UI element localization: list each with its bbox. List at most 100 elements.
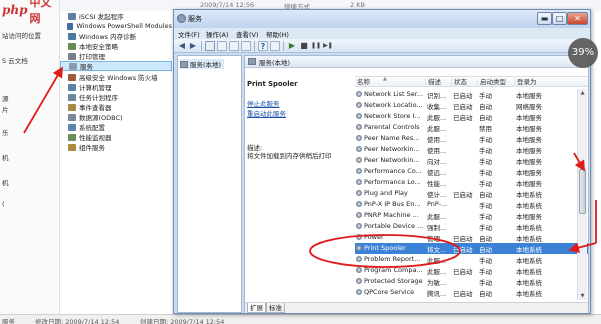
tool-item-powershell[interactable]: Windows PowerShell Modules xyxy=(60,21,172,31)
tool-item-firewall[interactable]: 高级安全 Windows 防火墙 xyxy=(60,72,172,82)
tree-node-services-local[interactable]: 服务(本地) xyxy=(180,59,225,69)
service-row[interactable]: Peer Name Res... 使用... 手动 本地服务 xyxy=(355,133,588,144)
menu-view[interactable]: 查看(V) xyxy=(236,29,259,39)
service-row[interactable]: Portable Device ... 强制... 手动 本地系统 xyxy=(355,221,588,232)
restart-service-icon[interactable]: ▶❚ xyxy=(323,41,333,51)
column-name-label: 名称 xyxy=(357,78,370,86)
service-row[interactable]: Power 管理... 已启动 自动 本地系统 xyxy=(355,232,588,243)
help-icon[interactable]: ? xyxy=(258,41,268,51)
nav-item-computer[interactable]: 机 xyxy=(2,152,9,162)
stop-service-link[interactable]: 停止此服务 xyxy=(247,98,280,108)
menu-help[interactable]: 帮助(H) xyxy=(266,29,289,39)
service-desc: 使用... xyxy=(427,136,447,144)
nav-item-library-2[interactable]: 片 xyxy=(2,104,9,114)
nav-item-library-1[interactable]: 源 xyxy=(2,93,9,103)
service-logon-as: 本地系统 xyxy=(516,202,542,210)
service-row[interactable]: Network Locatio... 收集... 已启动 自动 网络服务 xyxy=(355,100,588,111)
tool-item-component-services[interactable]: 组件服务 xyxy=(60,142,172,152)
service-row[interactable]: Protected Storage 为敏... 手动 本地系统 xyxy=(355,276,588,287)
service-row[interactable]: Problem Report... 此服... 手动 本地系统 xyxy=(355,254,588,265)
tool-label: 系统配置 xyxy=(79,124,105,132)
service-name: PNRP Machine ... xyxy=(364,211,419,219)
service-name: Program Compa... xyxy=(364,266,423,274)
service-row[interactable]: QPCore Service 腾讯... 已启动 自动 本地系统 xyxy=(355,287,588,298)
php-cn-logo: php 中文网 xyxy=(2,0,59,25)
title-bar[interactable]: 服务 ▬ □ ✕ xyxy=(174,10,590,28)
service-gear-icon xyxy=(356,223,362,229)
service-row[interactable]: Network List Ser... 识别... 已启动 手动 本地服务 xyxy=(355,89,588,100)
maximize-button[interactable]: □ xyxy=(552,12,567,25)
service-desc: 腾讯... xyxy=(427,290,447,298)
service-status: 已启动 xyxy=(453,246,473,254)
tool-item-local-security-policy[interactable]: 本地安全策略 xyxy=(60,41,172,51)
menu-action[interactable]: 操作(A) xyxy=(206,29,229,39)
service-row[interactable]: Performance Lo... 性能... 手动 本地服务 xyxy=(355,177,588,188)
services-list: ▲ 名称 描述 状态 启动类型 登录为 Network List Ser... 识别… xyxy=(355,69,588,300)
service-logon-as: 本地系统 xyxy=(516,257,542,265)
service-row[interactable]: Peer Networkin... 向对... 手动 本地服务 xyxy=(355,155,588,166)
nav-item-library-3[interactable]: 乐 xyxy=(2,127,9,137)
tool-item-task-scheduler[interactable]: 任务计划程序 xyxy=(60,92,172,102)
status-created: 创建日期: 2009/7/14 12:54 xyxy=(140,318,225,324)
nav-item-misc[interactable]: ( xyxy=(2,200,5,208)
column-description[interactable]: 描述 xyxy=(425,78,451,87)
pause-service-icon[interactable]: ❚❚ xyxy=(311,41,321,51)
toolbar-separator xyxy=(283,41,284,51)
column-name[interactable]: ▲ 名称 xyxy=(355,76,425,87)
tool-item-system-configuration[interactable]: 系统配置 xyxy=(60,122,172,132)
tool-icon xyxy=(68,32,76,40)
service-name: Portable Device ... xyxy=(364,222,424,230)
tab-extended[interactable]: 扩展 xyxy=(247,303,266,313)
restart-service-link[interactable]: 重启动此服务 xyxy=(247,108,286,118)
service-row[interactable]: Parental Controls 此服... 禁用 本地服务 xyxy=(355,122,588,133)
tool-icon xyxy=(69,62,77,70)
properties-icon[interactable] xyxy=(217,41,227,51)
column-startup-type[interactable]: 启动类型 xyxy=(477,78,514,87)
toolbar-separator xyxy=(254,41,255,51)
column-status[interactable]: 状态 xyxy=(451,78,477,87)
service-startup-type: 手动 xyxy=(479,158,492,166)
nav-item-recent-places[interactable]: 站访问的位置 xyxy=(2,30,41,40)
stop-service-icon[interactable]: ■ xyxy=(299,41,309,51)
nav-item-cloud-docs[interactable]: S 云文档 xyxy=(2,55,28,65)
service-row[interactable]: Performance Co... 使远... 手动 本地服务 xyxy=(355,166,588,177)
tool-icon xyxy=(68,103,76,111)
scroll-up-icon[interactable]: ▲ xyxy=(578,89,587,97)
tool-item-odbc[interactable]: 数据源(ODBC) xyxy=(60,112,172,122)
tree-node-label: 服务(本地) xyxy=(190,61,222,69)
vertical-scrollbar[interactable]: ▲ ▼ xyxy=(577,89,587,300)
tool-item-event-viewer[interactable]: 事件查看器 xyxy=(60,102,172,112)
service-row[interactable]: PNRP Machine ... 此服... 手动 本地服务 xyxy=(355,210,588,221)
service-row[interactable]: Print Spooler 将文... 已启动 自动 本地系统 xyxy=(355,243,588,254)
service-gear-icon xyxy=(356,146,362,152)
scroll-thumb[interactable] xyxy=(579,169,586,214)
tool-item-services[interactable]: 服务 xyxy=(60,61,172,71)
minimize-button[interactable]: ▬ xyxy=(537,12,552,25)
tool-item-print-management[interactable]: 打印管理 xyxy=(60,51,172,61)
service-row[interactable]: Program Compa... 此服... 已启动 手动 本地系统 xyxy=(355,265,588,276)
column-logon-as[interactable]: 登录为 xyxy=(514,78,576,87)
tab-standard[interactable]: 标准 xyxy=(266,303,285,313)
service-row[interactable]: PnP-X IP Bus En... PnP-... 手动 本地系统 xyxy=(355,199,588,210)
scroll-down-icon[interactable]: ▼ xyxy=(578,292,587,300)
back-icon[interactable]: ◀ xyxy=(177,41,187,51)
tool-item-computer-management[interactable]: 计算机管理 xyxy=(60,82,172,92)
admin-tools-list: iSCSI 发起程序 Windows PowerShell Modules Wi… xyxy=(60,11,174,311)
export-list-icon[interactable] xyxy=(241,41,251,51)
service-row[interactable]: Plug and Play 使计... 已启动 自动 本地系统 xyxy=(355,188,588,199)
tool-item-iscsi[interactable]: iSCSI 发起程序 xyxy=(60,11,172,21)
menu-file[interactable]: 文件(F) xyxy=(178,29,200,39)
start-service-icon[interactable]: ▶ xyxy=(287,41,297,51)
status-item-name: 服务 xyxy=(2,318,15,324)
nav-item-network[interactable]: 机 xyxy=(2,177,9,187)
tool-item-memory-diagnostic[interactable]: Windows 内存诊断 xyxy=(60,31,172,41)
show-action-pane-icon[interactable] xyxy=(270,41,280,51)
close-button[interactable]: ✕ xyxy=(567,12,588,25)
console-tree-icon[interactable] xyxy=(205,41,215,51)
service-name: Performance Co... xyxy=(364,167,422,175)
tool-item-performance-monitor[interactable]: 性能监视器 xyxy=(60,132,172,142)
forward-icon[interactable]: ▶ xyxy=(188,41,198,51)
refresh-icon[interactable] xyxy=(229,41,239,51)
service-row[interactable]: Peer Networkin... 使用... 手动 本地服务 xyxy=(355,144,588,155)
service-row[interactable]: Network Store I... 此服... 已启动 自动 本地服务 xyxy=(355,111,588,122)
